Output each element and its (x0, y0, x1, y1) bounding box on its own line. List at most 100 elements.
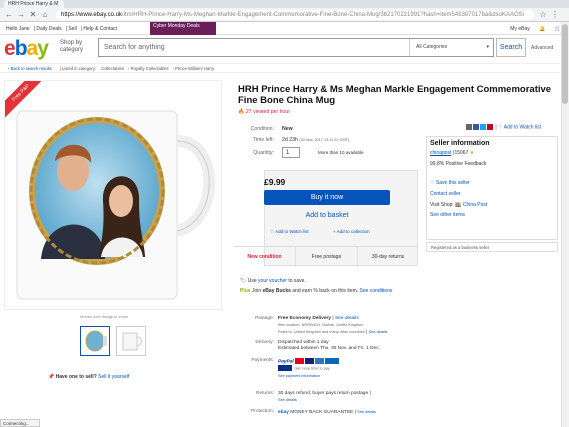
breadcrumb: ‹ Back to search results | Listed in cate… (0, 63, 560, 73)
returns-badge: 30-day returns (371, 254, 405, 260)
item-title: HRH Prince Harry & Ms Meghan Markle Enga… (238, 84, 552, 106)
main-product-image[interactable]: Free P&P (4, 80, 222, 310)
heart-icon: ♡ (430, 180, 435, 186)
email-icon[interactable] (466, 124, 472, 130)
listed-in-label: Listed in category: (62, 66, 97, 71)
star-icon: ★ (469, 150, 475, 156)
quantity-label: Quantity: (253, 150, 274, 156)
time-left-label: Time left: (252, 137, 274, 143)
back-to-results-link[interactable]: ‹ Back to search results (8, 66, 56, 71)
ebay-plus-line: Plus Join eBay Bucks and earn % back on … (240, 288, 393, 294)
save-seller-link[interactable]: ♡ Save this seller (430, 180, 470, 186)
payment-info-link[interactable]: See payment information (278, 374, 320, 378)
search-box: Search for anything All Categories ▾ (98, 38, 494, 57)
browser-window: HRH Prince Harry & M ← → ✕ ⌂ https://www… (0, 0, 569, 427)
chevron-down-icon: ▾ (486, 44, 489, 50)
topbar-link-help[interactable]: Help & Contact (83, 26, 117, 32)
bell-icon[interactable]: 🔔 (539, 26, 545, 32)
search-button[interactable]: Search (496, 38, 526, 57)
breadcrumb-item[interactable]: Prince William/ Harry (175, 66, 214, 71)
thumbnail-1[interactable] (80, 326, 110, 356)
quantity-input[interactable]: 1 (282, 147, 300, 158)
see-conditions-link[interactable]: See conditions (360, 288, 393, 294)
thumbnail-2[interactable] (116, 326, 146, 356)
free-postage-badge: Free postage (296, 247, 358, 267)
returns-details-link[interactable]: See details (278, 398, 297, 402)
condition-label: Condition: (250, 126, 274, 132)
star-icon[interactable]: ☆ (538, 9, 548, 21)
plus-icon: Plus (240, 288, 251, 294)
address-bar[interactable]: https://www.ebay.co.uk/itm/HRH-Prince-Ha… (56, 10, 534, 20)
voucher-link[interactable]: your voucher (258, 278, 287, 284)
topbar-link-deals[interactable]: Daily Deals (36, 26, 61, 32)
shop-link[interactable]: China Post (463, 202, 487, 208)
available-text: More than 10 available (318, 150, 364, 155)
cyber-monday-promo[interactable]: Cyber Monday Deals (150, 22, 216, 35)
postage-details-link[interactable]: See details (335, 316, 359, 321)
breadcrumb-item[interactable]: Collectables (101, 66, 124, 71)
sell-it-yourself-link[interactable]: Sell it yourself (98, 374, 129, 380)
advanced-search-link[interactable]: Advanced (531, 45, 553, 51)
viewed-badge: 🔥 27 viewed per hour (238, 109, 291, 115)
add-to-watchlist-button[interactable]: ♡ Add to Watch list (270, 229, 309, 235)
positive-feedback: 99.8% Positive Feedback (430, 161, 487, 167)
scrollbar-thumb[interactable] (562, 24, 568, 104)
topbar-right: My eBay 🔔 🛒 (502, 23, 561, 35)
breadcrumb-item[interactable]: Royalty Collectables (131, 66, 169, 71)
heart-icon[interactable]: ♡ (498, 124, 502, 130)
new-condition-badge: New condition (234, 247, 296, 267)
seller-info-header: Seller information (430, 140, 490, 147)
shop-by-category[interactable]: Shop by category (60, 40, 94, 54)
heart-icon: ♡ (270, 229, 275, 234)
zoom-hint: Mouse over image to zoom (80, 314, 129, 319)
protection-details-link[interactable]: See details (357, 410, 376, 414)
status-bubble: Connecting... (0, 419, 40, 427)
url-path: /itm/HRH-Prince-Harry-Ms-Meghan-Markle-E… (121, 12, 524, 18)
shop-icon: 🏬 (455, 202, 462, 208)
paypal-logo: PayPal (278, 359, 294, 365)
voucher-block: 🏷 Use your voucher to save. Plus Join eB… (240, 278, 418, 295)
menu-icon[interactable]: ⋮ (550, 9, 560, 21)
facebook-icon[interactable] (473, 124, 479, 130)
my-ebay-link[interactable]: My eBay (510, 26, 529, 32)
contact-seller-link[interactable]: Contact seller (430, 191, 461, 197)
pinterest-icon[interactable] (487, 124, 493, 130)
mastercard-icon (295, 358, 305, 364)
see-other-items-link[interactable]: See other items (430, 212, 465, 218)
ebay-mini-logo: ebay (278, 410, 289, 415)
badge-row: New condition Free postage 30-day return… (234, 246, 418, 267)
mug-image (16, 110, 216, 300)
posts-to-details-link[interactable]: See details (369, 330, 388, 334)
seller-name-link[interactable]: chinapost (430, 150, 451, 156)
have-one-to-sell: 📌 Have one to sell? Sell it yourself (48, 374, 130, 380)
search-input[interactable]: Search for anything (104, 44, 165, 51)
amex-icon (315, 358, 325, 364)
add-to-watchlist-link[interactable]: Add to Watch list (504, 124, 541, 130)
greeting[interactable]: Hello Jane (6, 26, 30, 32)
plus-icon: + (333, 229, 336, 234)
business-seller-note: Registered as a business seller (426, 242, 558, 252)
close-icon[interactable]: ✕ (28, 9, 38, 21)
seller-name-row: chinapost (15067 ★ (430, 150, 475, 156)
price: £9.99 (264, 177, 286, 187)
forward-arrow-icon[interactable]: → (16, 9, 26, 21)
paypal-credit-icon (278, 365, 292, 372)
visa-icon (305, 358, 315, 364)
share-icons: | ♡ Add to Watch list (466, 124, 541, 130)
ebay-top-bar: Hello Jane | Daily Deals | Sell | Help & Co… (0, 23, 569, 35)
visit-shop-row: Visit Shop: 🏬 China Post (430, 202, 488, 208)
add-to-basket-button[interactable]: Add to basket (264, 210, 390, 222)
home-icon[interactable]: ⌂ (40, 9, 50, 21)
voucher-line: 🏷 Use your voucher to save. (240, 278, 306, 284)
url-host: https://www.ebay.co.uk (61, 12, 122, 18)
category-select[interactable]: All Categories ▾ (409, 39, 493, 56)
processed-by-paypal-icon (325, 358, 340, 364)
add-to-collection-button[interactable]: + Add to collection (333, 229, 370, 234)
buy-it-now-button[interactable]: Buy it now (264, 190, 390, 205)
back-arrow-icon[interactable]: ← (4, 9, 14, 21)
twitter-icon[interactable] (480, 124, 486, 130)
pin-icon: 📌 (48, 374, 55, 380)
ebay-logo[interactable]: ebay (4, 38, 49, 60)
browser-tab[interactable]: HRH Prince Harry & M (4, 0, 64, 8)
topbar-link-sell[interactable]: Sell (68, 26, 76, 32)
